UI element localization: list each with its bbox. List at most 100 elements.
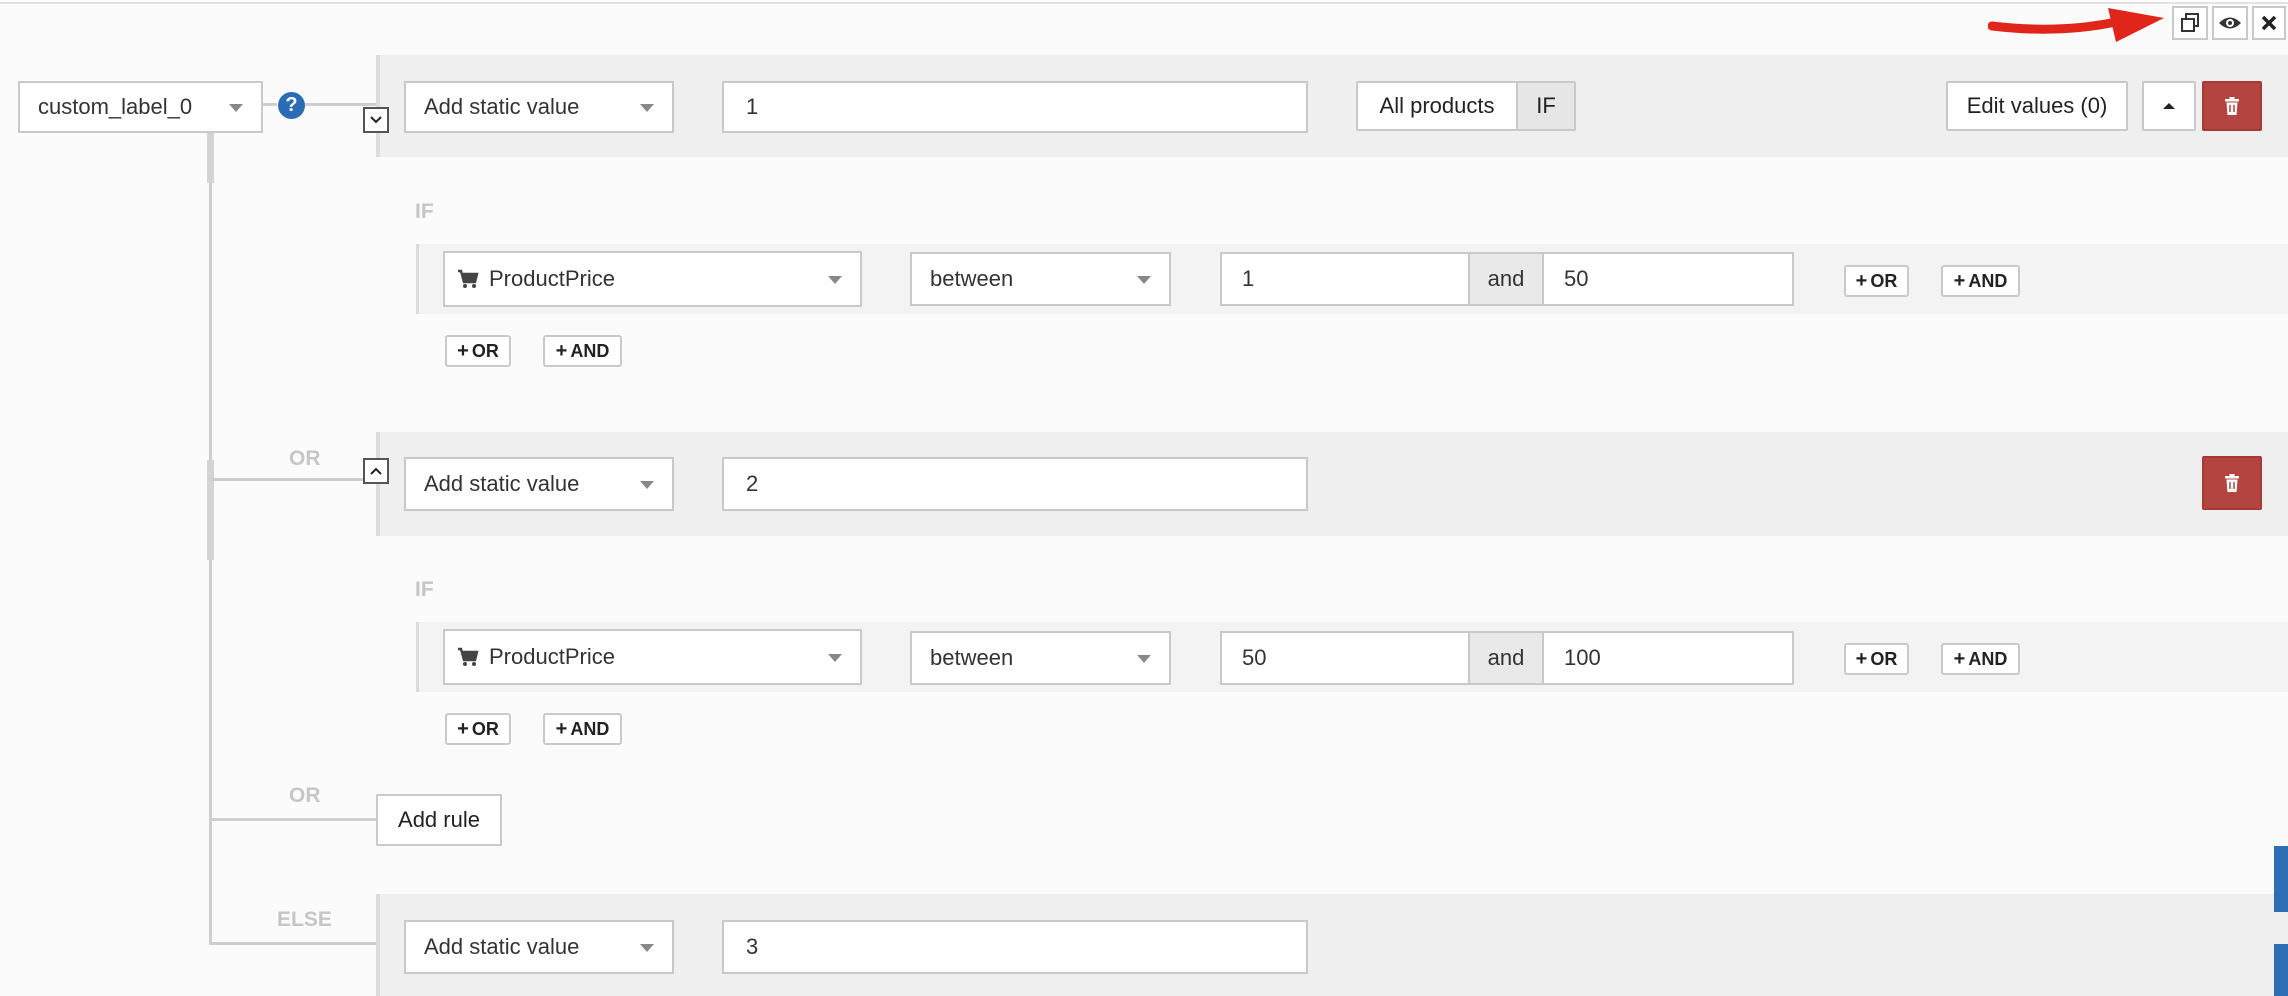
add-or-group-button[interactable]: + OR xyxy=(445,335,511,367)
add-or-group-button[interactable]: + OR xyxy=(445,713,511,745)
plus-icon: + xyxy=(1855,647,1868,670)
plus-icon: + xyxy=(1855,269,1868,292)
chevron-down-icon xyxy=(640,481,654,489)
else-type-select[interactable]: Add static value xyxy=(404,920,674,974)
else-row-border xyxy=(376,894,380,996)
add-or-label: OR xyxy=(1870,270,1898,291)
chevron-down-icon xyxy=(229,104,243,112)
trash-icon xyxy=(2225,97,2239,115)
trash-icon xyxy=(2225,474,2239,492)
condition-to-input[interactable]: 100 xyxy=(1542,631,1794,685)
condition-operator-select[interactable]: between xyxy=(910,252,1171,306)
else-connector-label: ELSE xyxy=(277,908,332,931)
plus-icon: + xyxy=(1953,647,1966,670)
add-and-label: AND xyxy=(1968,270,2008,291)
chevron-down-icon xyxy=(640,944,654,952)
rule-value-text: 2 xyxy=(746,471,759,496)
or-connector-label: OR xyxy=(289,784,321,807)
add-and-group-button[interactable]: + AND xyxy=(543,713,622,745)
tree-trunk-segment xyxy=(207,460,214,560)
or-connector-label: OR xyxy=(289,447,321,470)
add-or-label: OR xyxy=(1870,648,1898,669)
add-or-label: OR xyxy=(471,340,499,361)
all-products-button[interactable]: All products xyxy=(1356,81,1518,131)
chevron-down-icon xyxy=(1137,655,1151,663)
tree-branch xyxy=(211,942,377,945)
tree-branch xyxy=(211,818,377,821)
tree-trunk-cap xyxy=(207,133,214,183)
side-tab[interactable] xyxy=(2274,846,2288,912)
chevron-down-icon xyxy=(370,116,382,124)
cart-icon xyxy=(458,269,479,288)
chevron-down-icon xyxy=(828,276,842,284)
condition-attribute-value: ProductPrice xyxy=(489,644,615,669)
add-or-condition-button[interactable]: + OR xyxy=(1844,643,1909,675)
condition-attribute-value: ProductPrice xyxy=(489,266,615,291)
eye-icon[interactable] xyxy=(2212,6,2248,40)
chevron-down-icon xyxy=(640,104,654,112)
add-and-condition-button[interactable]: + AND xyxy=(1941,265,2020,297)
rule-row-border xyxy=(376,55,380,157)
and-addon: and xyxy=(1468,252,1544,306)
annotation-arrow xyxy=(1988,8,2164,42)
plus-icon: + xyxy=(457,339,469,362)
condition-if-label: IF xyxy=(415,200,434,223)
side-tab[interactable] xyxy=(2274,944,2288,996)
plus-icon: + xyxy=(555,717,568,740)
condition-if-label: IF xyxy=(415,578,434,601)
help-icon[interactable]: ? xyxy=(278,92,305,119)
tree-line xyxy=(305,103,377,106)
condition-to-value: 100 xyxy=(1564,645,1601,670)
else-value-text: 3 xyxy=(746,934,759,959)
add-rule-label: Add rule xyxy=(398,807,480,832)
condition-operator-select[interactable]: between xyxy=(910,631,1171,685)
cart-icon xyxy=(458,647,479,666)
all-products-label: All products xyxy=(1379,93,1495,118)
condition-operator-value: between xyxy=(930,266,1014,291)
delete-rule-button[interactable] xyxy=(2202,81,2262,131)
close-icon[interactable] xyxy=(2252,6,2286,40)
rule-value-text: 1 xyxy=(746,94,759,119)
add-and-label: AND xyxy=(1968,648,2008,669)
chevron-down-icon xyxy=(1137,276,1151,284)
plus-icon: + xyxy=(555,339,568,362)
condition-row-border xyxy=(416,244,419,314)
caret-up-icon xyxy=(2163,103,2175,109)
delete-rule-button[interactable] xyxy=(2202,456,2262,510)
condition-attribute-select[interactable]: ProductPrice xyxy=(443,629,862,685)
and-addon-label: and xyxy=(1487,266,1525,291)
if-toggle-button[interactable]: IF xyxy=(1516,81,1576,131)
condition-to-value: 50 xyxy=(1564,266,1589,291)
rule-type-select[interactable]: Add static value xyxy=(404,81,674,133)
add-and-condition-button[interactable]: + AND xyxy=(1941,643,2020,675)
move-up-button[interactable] xyxy=(2142,81,2196,131)
rule-row-border xyxy=(376,432,380,536)
chevron-up-icon xyxy=(370,467,382,475)
condition-from-value: 50 xyxy=(1242,645,1267,670)
condition-from-value: 1 xyxy=(1242,266,1255,291)
add-and-group-button[interactable]: + AND xyxy=(543,335,622,367)
expand-toggle[interactable] xyxy=(363,458,389,484)
rule-type-value: Add static value xyxy=(424,94,580,119)
else-type-value: Add static value xyxy=(424,934,580,959)
condition-to-input[interactable]: 50 xyxy=(1542,252,1794,306)
chevron-down-icon xyxy=(828,654,842,662)
and-addon: and xyxy=(1468,631,1544,685)
and-addon-label: and xyxy=(1487,645,1525,670)
tree-line xyxy=(263,103,277,106)
add-rule-button[interactable]: Add rule xyxy=(376,794,502,846)
copy-icon[interactable] xyxy=(2172,6,2208,40)
add-or-label: OR xyxy=(471,718,499,739)
field-select[interactable]: custom_label_0 xyxy=(18,81,263,133)
edit-values-button[interactable]: Edit values (0) xyxy=(1946,81,2128,131)
collapse-toggle[interactable] xyxy=(363,107,389,133)
condition-attribute-select[interactable]: ProductPrice xyxy=(443,251,862,307)
else-value-input[interactable]: 3 xyxy=(722,920,1308,974)
field-select-value: custom_label_0 xyxy=(38,94,193,119)
rule-type-select[interactable]: Add static value xyxy=(404,457,674,511)
rule-value-input[interactable]: 2 xyxy=(722,457,1308,511)
rule-value-input[interactable]: 1 xyxy=(722,81,1308,133)
condition-from-input[interactable]: 50 xyxy=(1220,631,1470,685)
condition-from-input[interactable]: 1 xyxy=(1220,252,1470,306)
add-or-condition-button[interactable]: + OR xyxy=(1844,265,1909,297)
